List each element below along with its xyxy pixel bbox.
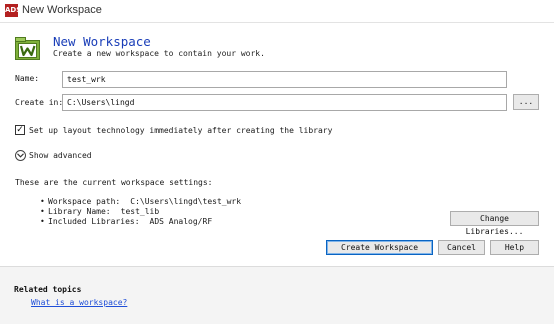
dialog-body: New Workspace Create a new workspace to … (0, 23, 554, 265)
setup-layout-checkbox[interactable]: ✓ (15, 125, 25, 135)
page-title: New Workspace (53, 34, 151, 49)
setup-layout-label[interactable]: Set up layout technology immediately aft… (29, 126, 332, 135)
what-is-workspace-link[interactable]: What is a workspace? (31, 298, 127, 307)
setting-workspace-path: • Workspace path: C:\Users\lingd\test_wrk (40, 197, 242, 206)
cancel-button[interactable]: Cancel (438, 240, 485, 255)
window-title: New Workspace (22, 4, 102, 16)
app-icon: ADS (5, 4, 21, 17)
page-subtitle: Create a new workspace to contain your w… (53, 49, 265, 58)
title-bar: ADS New Workspace (0, 0, 554, 23)
browse-button[interactable]: ... (513, 94, 539, 110)
related-topics-title: Related topics (14, 285, 82, 294)
help-button[interactable]: Help (490, 240, 539, 255)
chevron-down-icon (17, 153, 24, 158)
settings-intro: These are the current workspace settings… (15, 178, 213, 187)
setting-included-libraries: • Included Libraries: ADS Analog/RF (40, 217, 213, 226)
workspace-w-icon (15, 37, 40, 60)
settings-list: • Workspace path: C:\Users\lingd\test_wrk … (40, 197, 241, 227)
show-advanced-expander[interactable] (15, 150, 26, 161)
create-workspace-button[interactable]: Create Workspace (326, 240, 433, 255)
change-libraries-button[interactable]: Change Libraries... (450, 211, 539, 236)
name-label: Name: (15, 74, 40, 83)
create-in-field[interactable]: C:\Users\lingd (62, 94, 507, 111)
related-topics-panel: Related topics What is a workspace? (0, 266, 554, 324)
show-advanced-label[interactable]: Show advanced (29, 151, 92, 160)
create-in-label: Create in: (15, 98, 64, 107)
name-field[interactable]: test_wrk (62, 71, 507, 88)
setting-library-name: • Library Name: test_lib (40, 207, 160, 216)
